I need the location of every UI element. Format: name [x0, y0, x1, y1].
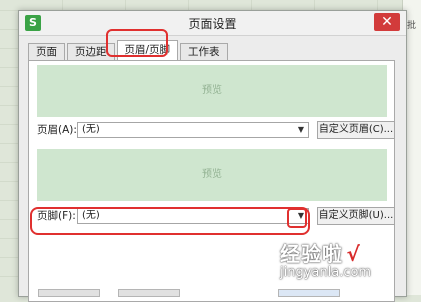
highlight-footer-row-outline [30, 207, 310, 235]
close-button[interactable]: ✕ [374, 13, 400, 31]
header-row: 页眉(A): (无) ▼ 自定义页眉(C)... [37, 121, 395, 139]
header-label: 页眉(A): [37, 124, 77, 136]
header-select[interactable]: (无) ▼ [77, 122, 309, 138]
right-strip-text: 批 [407, 21, 417, 31]
checkmark-icon: √ [346, 242, 360, 266]
dialog-button-2[interactable] [118, 289, 180, 297]
watermark: 经验啦 √ jingyanla.com [280, 238, 371, 280]
watermark-url: jingyanla.com [280, 265, 372, 280]
highlight-footer-arrow-outline [287, 208, 307, 228]
dialog-buttons [28, 289, 378, 297]
footer-preview: 预览 [37, 149, 387, 201]
dialog-title: 页面设置 [188, 17, 237, 31]
dialog-titlebar: S 页面设置 ✕ [19, 11, 406, 36]
custom-header-button[interactable]: 自定义页眉(C)... [317, 121, 395, 139]
tab-page[interactable]: 页面 [28, 43, 65, 60]
custom-footer-button[interactable]: 自定义页脚(U)... [317, 207, 395, 225]
tab-sheet[interactable]: 工作表 [180, 43, 228, 60]
watermark-title: 经验啦 [280, 242, 343, 266]
dialog-button-1[interactable] [38, 289, 100, 297]
chevron-down-icon[interactable]: ▼ [298, 123, 304, 137]
header-preview: 预览 [37, 65, 387, 117]
highlight-tab-outline [106, 29, 168, 57]
dialog-button-3[interactable] [278, 289, 340, 297]
header-select-value: (无) [82, 124, 100, 135]
